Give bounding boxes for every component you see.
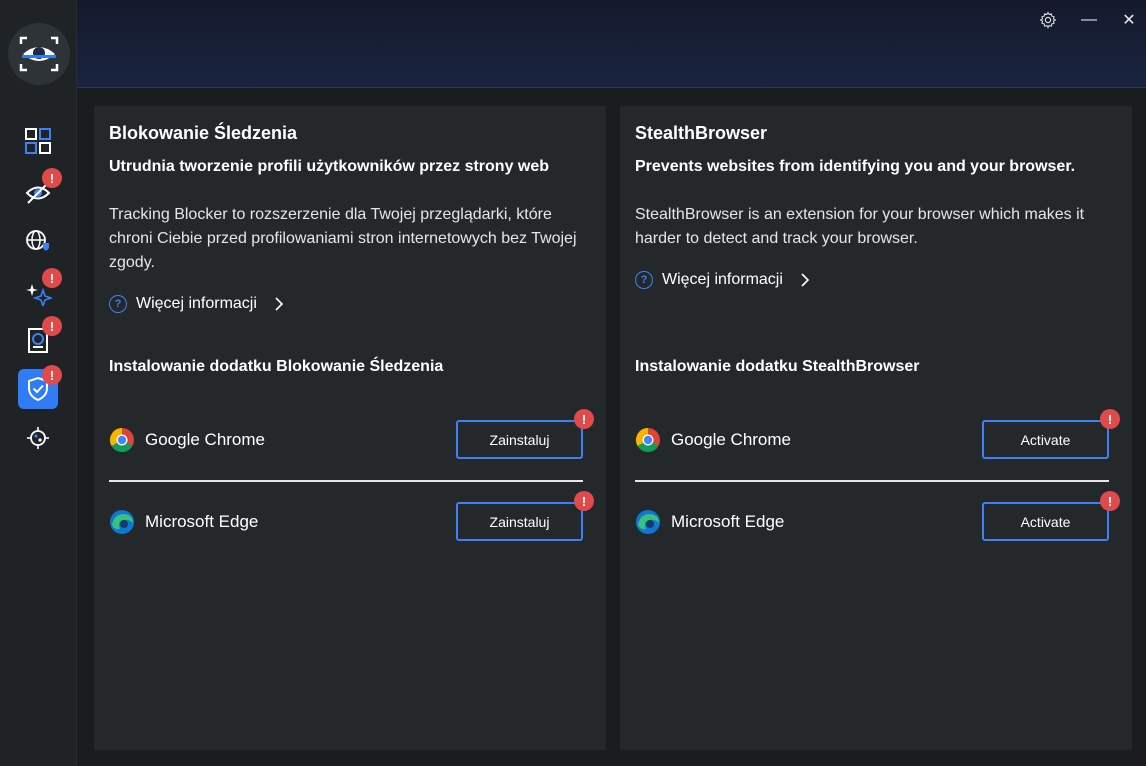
chevron-right-icon bbox=[275, 297, 284, 311]
close-button[interactable]: ✕ bbox=[1117, 9, 1141, 31]
browser-name: Google Chrome bbox=[671, 430, 792, 449]
question-icon: ? bbox=[109, 295, 127, 313]
title-bar: — ✕ bbox=[77, 0, 1146, 88]
more-info-link[interactable]: ? Więcej informacji bbox=[635, 271, 812, 289]
app-window: ! ! ! ! — ✕ Blokowanie Śledzenia Utrudni… bbox=[0, 0, 1146, 766]
browser-row-chrome: Google Chrome Activate ! bbox=[635, 409, 1120, 460]
divider bbox=[635, 480, 1109, 482]
sidebar-item-dashboard[interactable] bbox=[18, 121, 58, 161]
browser-row-edge: Microsoft Edge Zainstaluj ! bbox=[109, 491, 594, 542]
eye-scan-logo-icon bbox=[19, 36, 59, 72]
button-label: Zainstaluj bbox=[489, 513, 550, 530]
install-title: Instalowanie dodatku StealthBrowser bbox=[635, 358, 920, 375]
install-edge-button[interactable]: Zainstaluj ! bbox=[456, 491, 594, 541]
edge-icon bbox=[110, 510, 134, 534]
settings-button[interactable] bbox=[1036, 9, 1060, 31]
browser-row-edge: Microsoft Edge Activate ! bbox=[635, 491, 1120, 542]
sidebar-item-web-protection[interactable] bbox=[18, 221, 58, 261]
button-label: Zainstaluj bbox=[489, 431, 550, 448]
stealth-browser-card: StealthBrowser Prevents websites from id… bbox=[620, 106, 1132, 750]
alert-badge: ! bbox=[42, 268, 62, 288]
alert-badge: ! bbox=[42, 365, 62, 385]
sidebar-item-device-scan[interactable]: ! bbox=[18, 316, 62, 360]
edge-icon bbox=[636, 510, 660, 534]
minimize-button[interactable]: — bbox=[1077, 9, 1101, 31]
activate-edge-button[interactable]: Activate ! bbox=[982, 491, 1120, 541]
button-label: Activate bbox=[1020, 431, 1071, 448]
virus-icon bbox=[27, 427, 49, 449]
alert-badge: ! bbox=[574, 491, 594, 511]
browser-name: Microsoft Edge bbox=[671, 512, 785, 531]
question-icon: ? bbox=[635, 271, 653, 289]
alert-badge: ! bbox=[42, 316, 62, 336]
install-chrome-button[interactable]: Zainstaluj ! bbox=[456, 409, 594, 459]
chevron-right-icon bbox=[801, 273, 810, 287]
app-logo[interactable] bbox=[8, 23, 70, 85]
tracking-blocker-card: Blokowanie Śledzenia Utrudnia tworzenie … bbox=[94, 106, 606, 750]
more-info-label: Więcej informacji bbox=[662, 271, 783, 288]
card-subtitle: Prevents websites from identifying you a… bbox=[635, 158, 1076, 175]
dashboard-grid-icon bbox=[25, 128, 51, 154]
sidebar-item-antivirus[interactable] bbox=[18, 418, 58, 458]
card-description: StealthBrowser is an extension for your … bbox=[635, 206, 1085, 247]
alert-badge: ! bbox=[574, 409, 594, 429]
card-description: Tracking Blocker to rozszerzenie dla Two… bbox=[109, 206, 577, 271]
gear-icon bbox=[1039, 11, 1057, 29]
card-title: Blokowanie Śledzenia bbox=[109, 123, 298, 143]
alert-badge: ! bbox=[42, 168, 62, 188]
sidebar: ! ! ! ! bbox=[0, 0, 77, 766]
browser-name: Google Chrome bbox=[145, 430, 266, 449]
sidebar-item-tracking-protection[interactable]: ! bbox=[18, 365, 62, 409]
divider bbox=[109, 480, 583, 482]
chrome-icon bbox=[635, 428, 660, 453]
activate-chrome-button[interactable]: Activate ! bbox=[982, 409, 1120, 459]
browser-name: Microsoft Edge bbox=[145, 512, 259, 531]
install-title: Instalowanie dodatku Blokowanie Śledzeni… bbox=[109, 358, 444, 375]
more-info-link[interactable]: ? Więcej informacji bbox=[109, 295, 286, 313]
card-title: StealthBrowser bbox=[635, 123, 768, 143]
browser-row-chrome: Google Chrome Zainstaluj ! bbox=[109, 409, 594, 460]
alert-badge: ! bbox=[1100, 491, 1120, 511]
more-info-label: Więcej informacji bbox=[136, 295, 257, 312]
card-subtitle: Utrudnia tworzenie profili użytkowników … bbox=[109, 158, 550, 175]
chrome-icon bbox=[109, 428, 134, 453]
sidebar-item-boost[interactable]: ! bbox=[18, 268, 62, 312]
sidebar-item-privacy[interactable]: ! bbox=[18, 168, 62, 212]
button-label: Activate bbox=[1020, 513, 1071, 530]
globe-shield-icon bbox=[26, 230, 49, 251]
alert-badge: ! bbox=[1100, 409, 1120, 429]
